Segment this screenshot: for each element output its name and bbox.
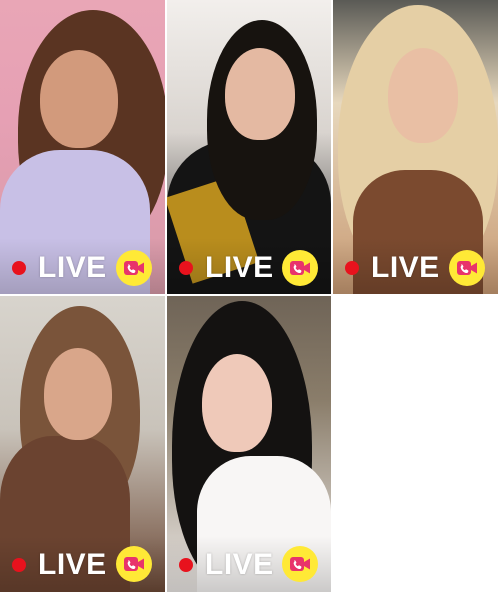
live-label: LIVE bbox=[205, 548, 274, 581]
live-stream-card[interactable]: LIVE bbox=[333, 0, 498, 294]
live-stream-card[interactable]: LIVE bbox=[167, 0, 331, 294]
live-dot-icon bbox=[345, 261, 359, 275]
photo-face bbox=[388, 48, 458, 143]
live-label: LIVE bbox=[371, 251, 440, 284]
live-label: LIVE bbox=[205, 251, 274, 284]
live-dot-icon bbox=[179, 261, 193, 275]
video-call-button[interactable] bbox=[449, 250, 485, 286]
video-call-button[interactable] bbox=[282, 250, 318, 286]
video-call-icon bbox=[290, 261, 310, 275]
live-dot-icon bbox=[12, 558, 26, 572]
video-call-icon bbox=[124, 557, 144, 571]
photo-face bbox=[40, 50, 118, 148]
live-stream-card[interactable]: LIVE bbox=[0, 296, 165, 592]
live-stream-card[interactable]: LIVE bbox=[0, 0, 165, 294]
live-label: LIVE bbox=[38, 548, 107, 581]
video-call-button[interactable] bbox=[282, 546, 318, 582]
video-call-icon bbox=[290, 557, 310, 571]
live-label: LIVE bbox=[38, 251, 107, 284]
live-stream-grid: LIVE LIVE LIVE LIVE LIVE bbox=[0, 0, 498, 592]
live-stream-card[interactable]: LIVE bbox=[167, 296, 331, 592]
video-call-button[interactable] bbox=[116, 546, 152, 582]
photo-face bbox=[225, 48, 295, 140]
video-call-button[interactable] bbox=[116, 250, 152, 286]
live-dot-icon bbox=[179, 558, 193, 572]
video-call-icon bbox=[457, 261, 477, 275]
photo-face bbox=[202, 354, 272, 452]
live-dot-icon bbox=[12, 261, 26, 275]
photo-face bbox=[44, 348, 112, 440]
video-call-icon bbox=[124, 261, 144, 275]
